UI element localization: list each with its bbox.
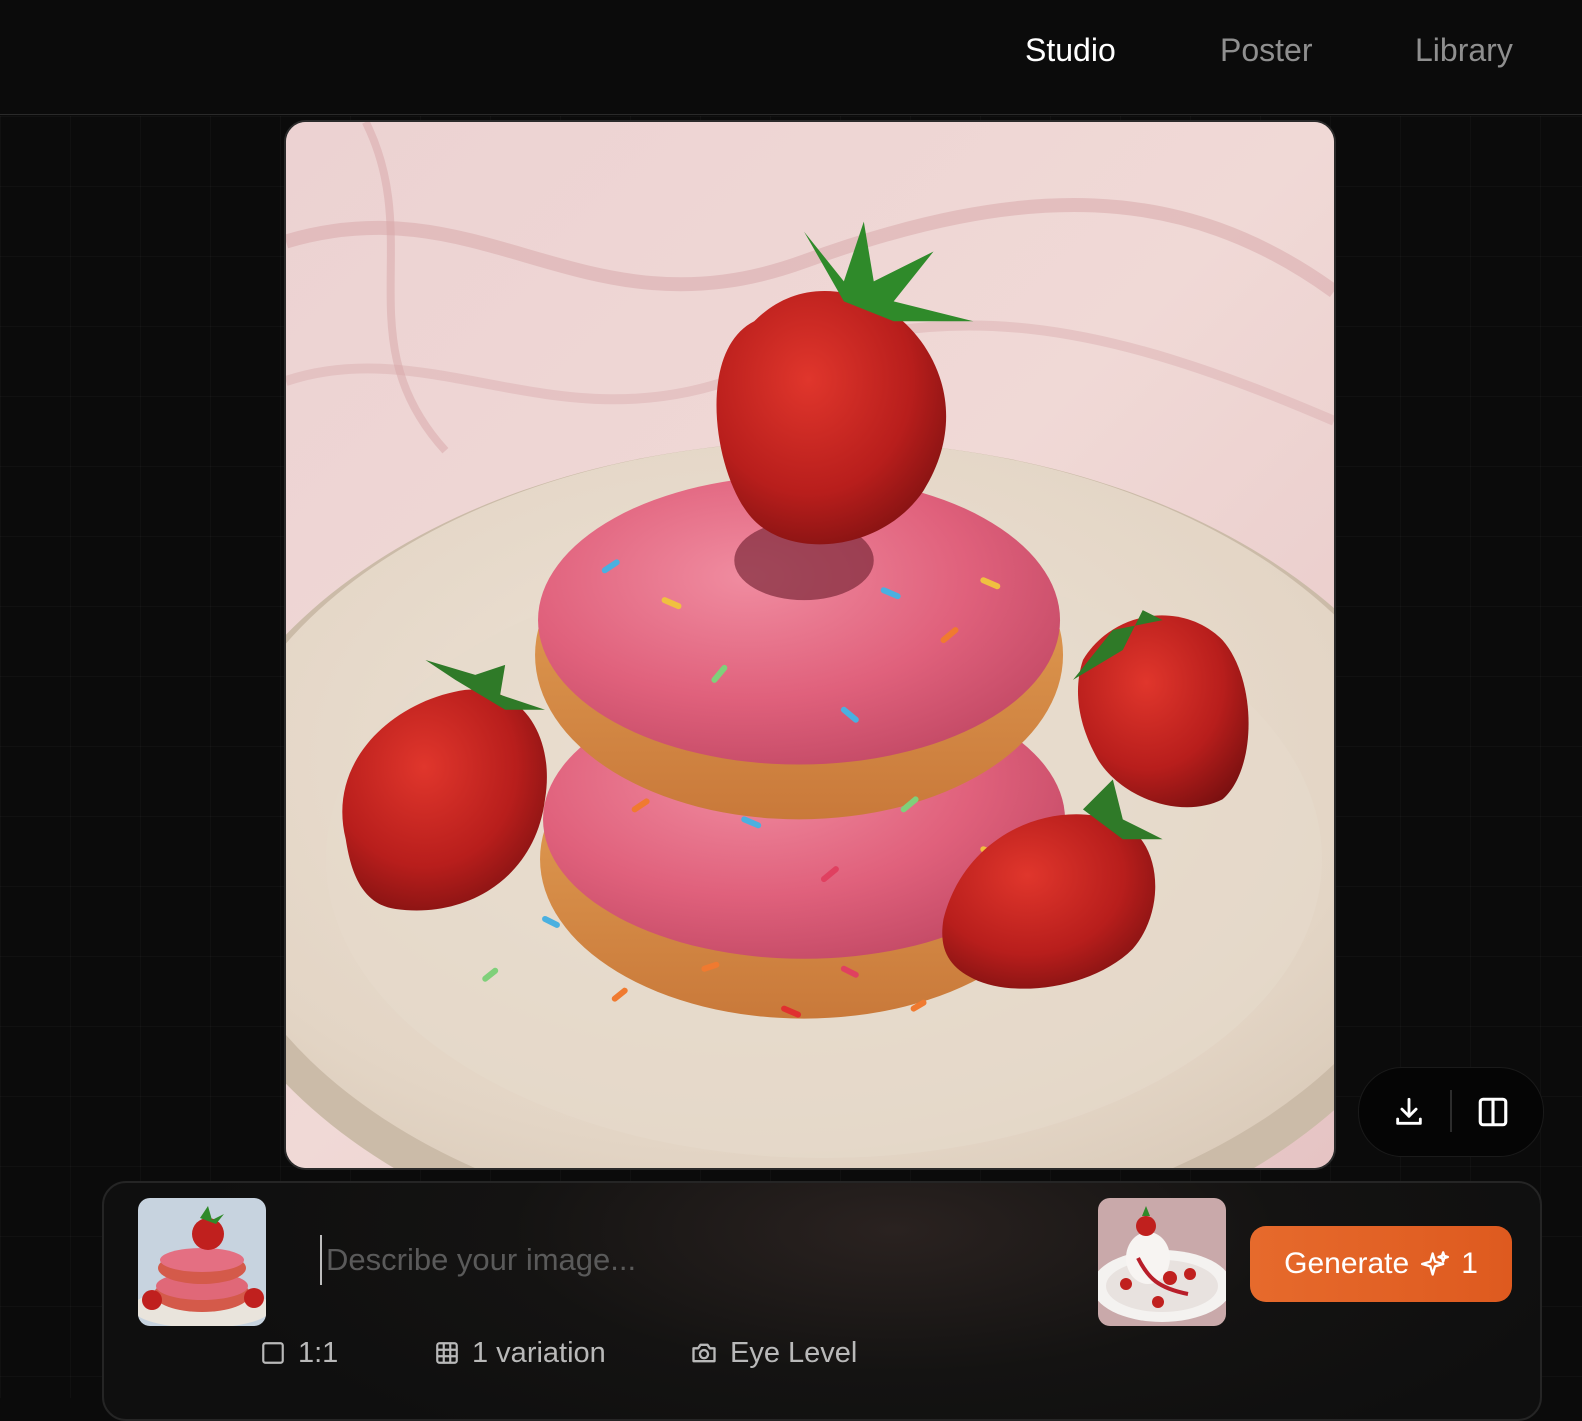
sparkle-icon <box>1421 1251 1450 1276</box>
camera-angle-option[interactable]: Eye Level <box>690 1333 857 1373</box>
reference-image-thumb[interactable] <box>138 1198 266 1326</box>
download-button[interactable] <box>1387 1090 1431 1134</box>
square-icon <box>262 1342 284 1364</box>
style-image-thumb[interactable] <box>1098 1198 1226 1326</box>
tool-divider <box>1450 1090 1452 1132</box>
tab-library[interactable]: Library <box>1415 30 1513 70</box>
top-nav: Studio Poster Library <box>0 0 1582 115</box>
generate-button[interactable]: Generate 1 <box>1250 1226 1512 1302</box>
generated-image[interactable] <box>284 120 1336 1170</box>
aspect-ratio-option[interactable]: 1:1 <box>260 1333 338 1373</box>
grid-icon <box>436 1342 458 1364</box>
prompt-input[interactable] <box>320 1235 1060 1285</box>
variation-option[interactable]: 1 variation <box>434 1333 606 1373</box>
split-view-icon <box>1478 1097 1508 1127</box>
tab-poster[interactable]: Poster <box>1220 30 1312 70</box>
strawberry-dessert-thumbnail <box>1098 1198 1226 1326</box>
camera-angle-label: Eye Level <box>730 1336 858 1369</box>
aspect-ratio-label: 1:1 <box>298 1336 339 1369</box>
image-tools <box>1358 1067 1544 1157</box>
camera-icon <box>692 1343 716 1363</box>
donut-stack-thumbnail <box>138 1198 266 1326</box>
tab-studio[interactable]: Studio <box>1025 30 1116 70</box>
prompt-bar: Generate 1 1:1 1 variation Eye Level <box>102 1181 1542 1421</box>
generate-credit-count: 1 <box>1461 1247 1478 1280</box>
donut-photo <box>286 122 1334 1168</box>
compare-button[interactable] <box>1471 1090 1515 1134</box>
generate-label: Generate <box>1284 1247 1410 1280</box>
variation-label: 1 variation <box>472 1336 606 1369</box>
download-icon <box>1396 1097 1422 1125</box>
